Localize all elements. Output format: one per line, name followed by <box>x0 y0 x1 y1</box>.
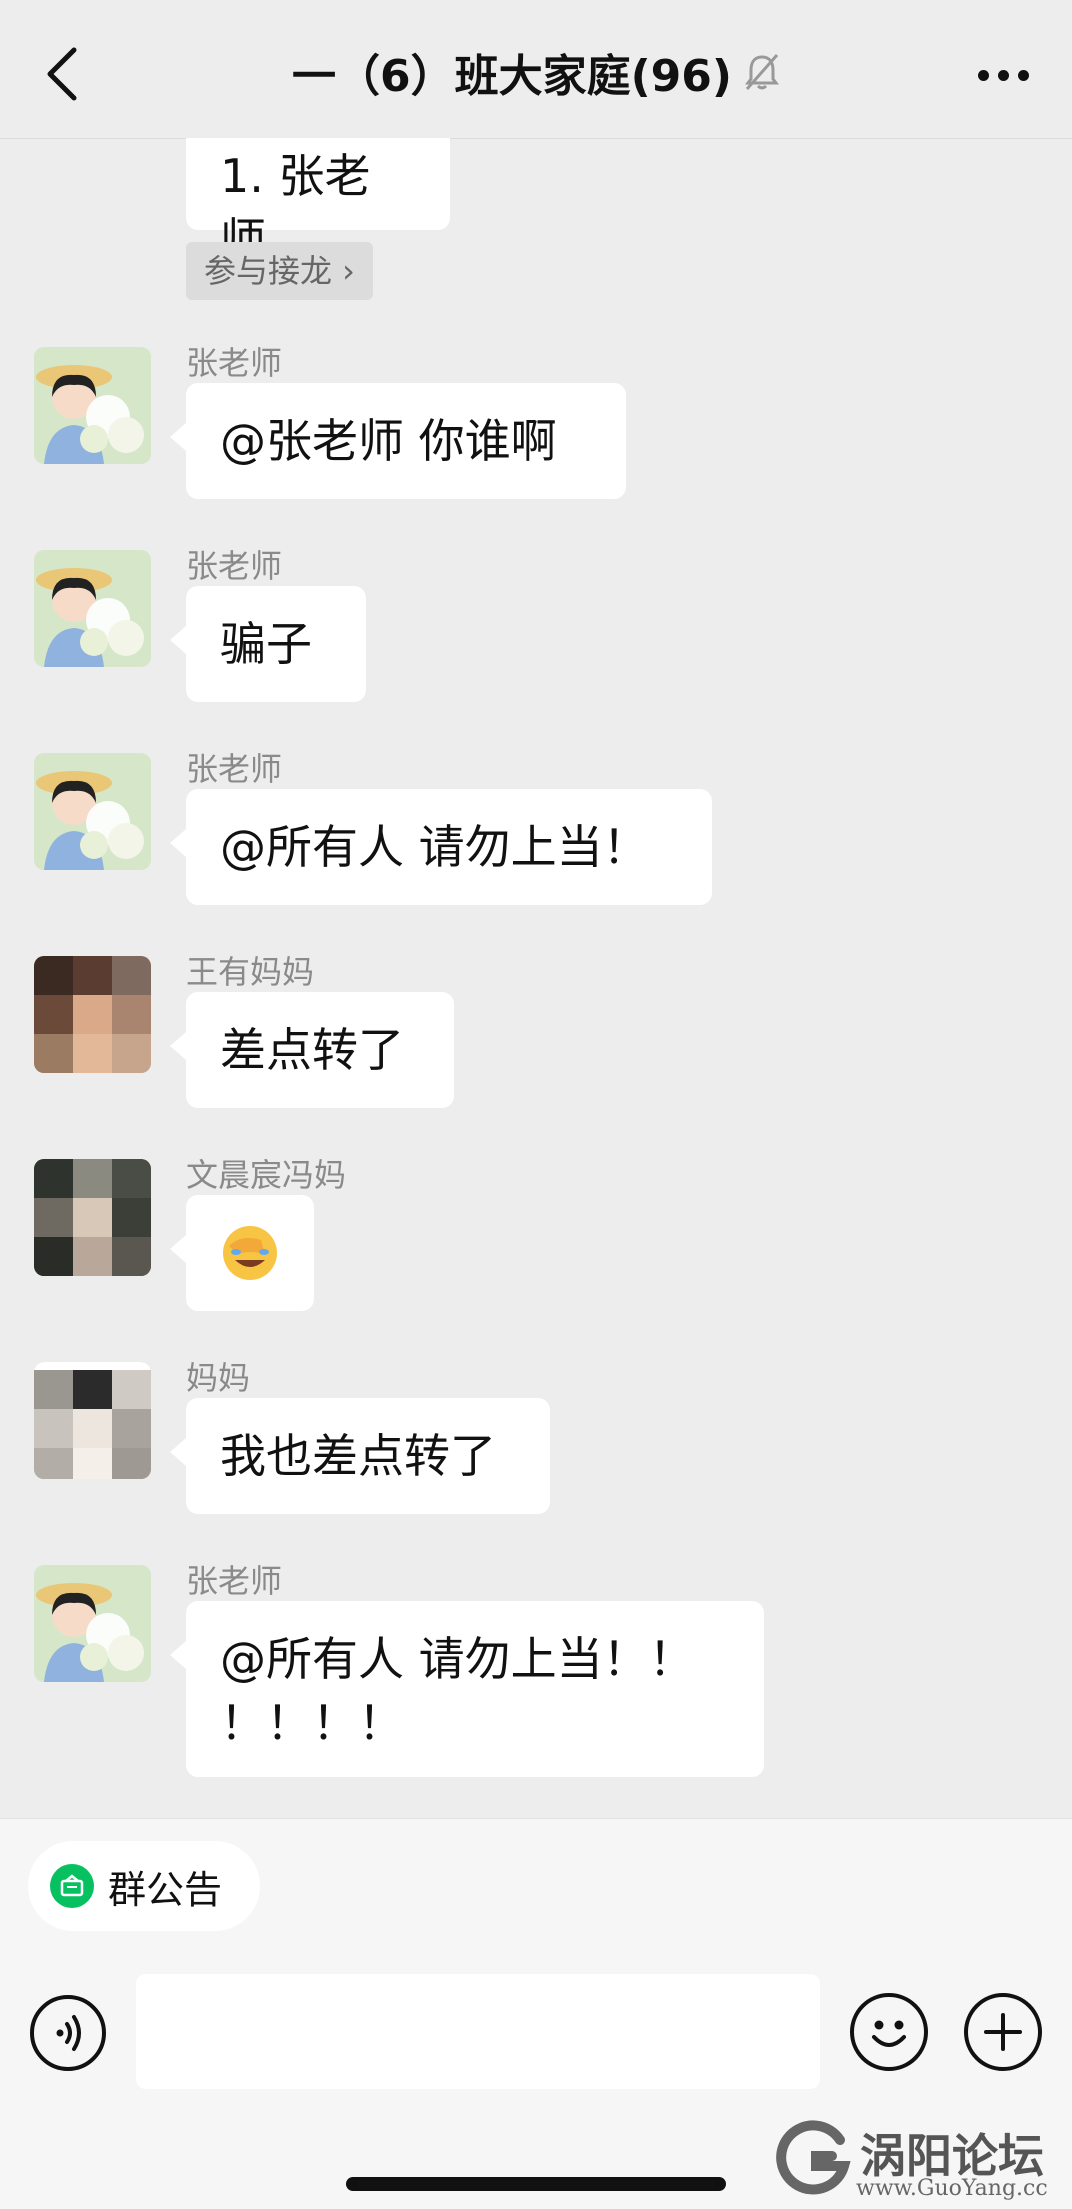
message-bubble[interactable]: @所有人 请勿上当！ <box>170 789 712 905</box>
message-bubble[interactable] <box>170 1195 314 1311</box>
facepalm-emoji-icon <box>223 1226 277 1280</box>
group-name: 一（6）班大家庭(96) <box>291 51 733 102</box>
message-text-line: ！！！！ <box>220 1696 404 1750</box>
sender-name: 王有妈妈 <box>186 953 315 991</box>
group-notice-button[interactable]: 群公告 <box>28 1841 261 1931</box>
message-text: @张老师 你谁啊 <box>220 414 557 468</box>
message-bubble[interactable]: @所有人 请勿上当！！ ！！！！ <box>170 1601 764 1777</box>
emoji-button[interactable] <box>850 1993 928 2071</box>
avatar[interactable] <box>34 1362 151 1479</box>
plus-icon <box>984 2013 1022 2051</box>
message-bubble[interactable]: 差点转了 <box>170 992 454 1108</box>
avatar[interactable] <box>34 347 151 464</box>
message-text: 我也差点转了 <box>220 1429 496 1483</box>
smiley-icon <box>872 2020 906 2047</box>
watermark-logo-icon <box>776 2120 851 2195</box>
more-options-button[interactable] <box>974 54 1034 94</box>
join-chain-link[interactable]: 参与接龙 › <box>186 242 373 300</box>
sender-name: 文晨宸冯妈 <box>186 1156 347 1194</box>
message-bubble[interactable]: @张老师 你谁啊 <box>170 383 626 499</box>
voice-icon <box>56 2015 81 2051</box>
voice-input-button[interactable] <box>30 1995 106 2071</box>
watermark-domain: www.GuoYang.cc <box>856 2176 1048 2201</box>
message-bubble[interactable]: 我也差点转了 <box>170 1398 550 1514</box>
message-list[interactable]: 1. 张老师 参与接龙 › 张老师 @张老师 你谁啊 张老师 骗子 张老师 @所… <box>0 138 1072 1818</box>
sender-name: 张老师 <box>186 1562 283 1600</box>
message-text-line: @所有人 请勿上当！！ <box>220 1632 695 1686</box>
message-bubble[interactable]: 骗子 <box>170 586 366 702</box>
avatar[interactable] <box>34 550 151 667</box>
notice-icon <box>50 1864 94 1908</box>
sender-name: 妈妈 <box>186 1359 251 1397</box>
watermark: 涡阳论坛 www.GuoYang.cc <box>770 2110 1070 2208</box>
message-bubble[interactable]: 1. 张老师 <box>186 138 450 267</box>
add-more-button[interactable] <box>964 1993 1042 2071</box>
message-text: 差点转了 <box>220 1023 404 1077</box>
message-input[interactable] <box>136 1974 820 2089</box>
home-indicator <box>346 2177 726 2191</box>
avatar[interactable] <box>34 956 151 1073</box>
muted-bell-icon <box>745 54 780 90</box>
chat-title: 一（6）班大家庭(96) <box>0 40 1072 104</box>
sender-name: 张老师 <box>186 344 283 382</box>
message-text: @所有人 请勿上当！ <box>220 820 649 874</box>
avatar[interactable] <box>34 753 151 870</box>
sender-name: 张老师 <box>186 750 283 788</box>
notice-label: 群公告 <box>108 1867 223 1912</box>
chat-header: 一（6）班大家庭(96) <box>0 0 1072 139</box>
message-text: 骗子 <box>220 617 312 671</box>
avatar[interactable] <box>34 1159 151 1276</box>
avatar[interactable] <box>34 1565 151 1682</box>
sender-name: 张老师 <box>186 547 283 585</box>
